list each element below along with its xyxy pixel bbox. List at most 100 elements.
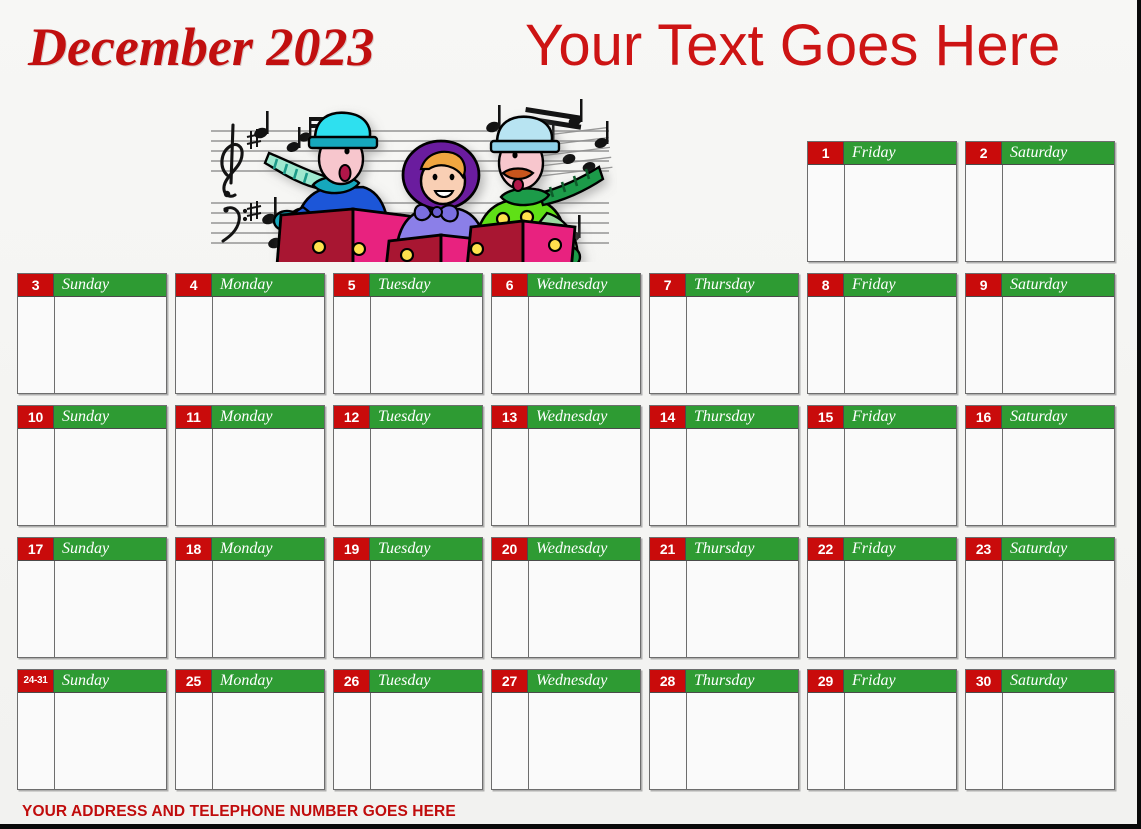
day-cell-notes-area[interactable] [808,429,956,525]
day-number: 18 [176,538,212,560]
day-cell[interactable]: 28 Thursday [649,669,799,790]
day-cell-notes-area[interactable] [18,297,166,393]
calendar-week-row: 24-31 Sunday 25 Monday 26 Tuesday 27 Wednesday 2… [0,669,1137,791]
day-cell[interactable]: 2 Saturday [965,141,1115,262]
month-year-title: December 2023 [28,17,375,77]
day-cell[interactable]: 17 Sunday [17,537,167,658]
day-cell[interactable]: 6 Wednesday [491,273,641,394]
day-cell[interactable]: 27 Wednesday [491,669,641,790]
day-cell-notes-area[interactable] [966,165,1114,261]
day-cell-notes-area[interactable] [176,693,324,789]
day-name-label: Saturday [1010,408,1068,425]
day-cell-notes-area[interactable] [334,561,482,657]
day-cell-notes-area[interactable] [966,693,1114,789]
day-cell-notes-area[interactable] [650,561,798,657]
day-name-label: Wednesday [536,540,608,557]
day-cell[interactable]: 16 Saturday [965,405,1115,526]
calendar-week-row: 17 Sunday 18 Monday 19 Tuesday 20 Wednesday 21 Th… [0,537,1137,659]
day-cell-header: 15 Friday [808,406,956,429]
day-number: 14 [650,406,686,428]
day-cell[interactable]: 24-31 Sunday [17,669,167,790]
day-cell-notes-area[interactable] [18,693,166,789]
day-cell-notes-area[interactable] [650,297,798,393]
day-name-label: Thursday [694,672,755,689]
day-cell-header: 26 Tuesday [334,670,482,693]
day-cell-notes-area[interactable] [18,561,166,657]
day-cell[interactable]: 19 Tuesday [333,537,483,658]
day-cell[interactable]: 25 Monday [175,669,325,790]
day-cell-notes-area[interactable] [492,561,640,657]
day-cell-header: 11 Monday [176,406,324,429]
day-cell-notes-area[interactable] [492,429,640,525]
day-cell[interactable]: 14 Thursday [649,405,799,526]
day-cell-notes-area[interactable] [966,429,1114,525]
day-cell-header: 19 Tuesday [334,538,482,561]
day-name-label: Saturday [1010,672,1068,689]
day-number: 29 [808,670,844,692]
day-cell[interactable]: 13 Wednesday [491,405,641,526]
day-name-label: Monday [220,408,273,425]
day-cell[interactable]: 23 Saturday [965,537,1115,658]
day-number: 7 [650,274,686,296]
day-cell-header: 18 Monday [176,538,324,561]
day-name-label: Wednesday [536,408,608,425]
day-cell[interactable]: 21 Thursday [649,537,799,658]
day-cell[interactable]: 22 Friday [807,537,957,658]
day-cell-notes-area[interactable] [492,693,640,789]
day-cell-header: 2 Saturday [966,142,1114,165]
day-cell-notes-area[interactable] [176,561,324,657]
day-cell-header: 4 Monday [176,274,324,297]
day-number: 22 [808,538,844,560]
day-cell-notes-area[interactable] [176,429,324,525]
day-cell-header: 20 Wednesday [492,538,640,561]
day-cell-header: 30 Saturday [966,670,1114,693]
day-cell-header: 27 Wednesday [492,670,640,693]
day-cell-header: 1 Friday [808,142,956,165]
day-cell-notes-area[interactable] [492,297,640,393]
day-cell-notes-area[interactable] [334,297,482,393]
day-cell-notes-area[interactable] [966,561,1114,657]
day-cell[interactable]: 29 Friday [807,669,957,790]
day-name-label: Thursday [694,408,755,425]
day-cell-notes-area[interactable] [334,693,482,789]
day-cell[interactable]: 12 Tuesday [333,405,483,526]
day-name-label: Saturday [1010,144,1068,161]
day-cell[interactable]: 5 Tuesday [333,273,483,394]
day-cell-notes-area[interactable] [650,693,798,789]
day-name-label: Friday [852,540,896,557]
day-cell-notes-area[interactable] [176,297,324,393]
day-cell[interactable]: 15 Friday [807,405,957,526]
day-cell-header: 25 Monday [176,670,324,693]
day-name-label: Monday [220,276,273,293]
day-cell-notes-area[interactable] [650,429,798,525]
day-cell-notes-area[interactable] [808,165,956,261]
day-cell-notes-area[interactable] [966,297,1114,393]
day-cell[interactable]: 11 Monday [175,405,325,526]
custom-header-text: Your Text Goes Here [525,13,1061,78]
day-name-label: Tuesday [378,672,431,689]
day-cell-notes-area[interactable] [808,297,956,393]
day-cell-notes-area[interactable] [808,693,956,789]
day-number: 25 [176,670,212,692]
day-cell[interactable]: 7 Thursday [649,273,799,394]
day-cell[interactable]: 18 Monday [175,537,325,658]
calendar-week-row: 1 Friday 2 Saturday [0,141,1137,263]
day-number: 3 [18,274,54,296]
day-cell[interactable]: 4 Monday [175,273,325,394]
day-name-label: Saturday [1010,276,1068,293]
day-cell-header: 12 Tuesday [334,406,482,429]
day-cell-notes-area[interactable] [18,429,166,525]
day-cell[interactable]: 8 Friday [807,273,957,394]
day-cell-notes-area[interactable] [808,561,956,657]
day-cell[interactable]: 3 Sunday [17,273,167,394]
day-cell-notes-area[interactable] [334,429,482,525]
day-cell[interactable]: 30 Saturday [965,669,1115,790]
day-cell[interactable]: 9 Saturday [965,273,1115,394]
day-cell-header: 23 Saturday [966,538,1114,561]
day-cell[interactable]: 10 Sunday [17,405,167,526]
day-cell-header: 28 Thursday [650,670,798,693]
day-cell[interactable]: 1 Friday [807,141,957,262]
day-cell[interactable]: 20 Wednesday [491,537,641,658]
day-cell[interactable]: 26 Tuesday [333,669,483,790]
day-name-label: Tuesday [378,276,431,293]
